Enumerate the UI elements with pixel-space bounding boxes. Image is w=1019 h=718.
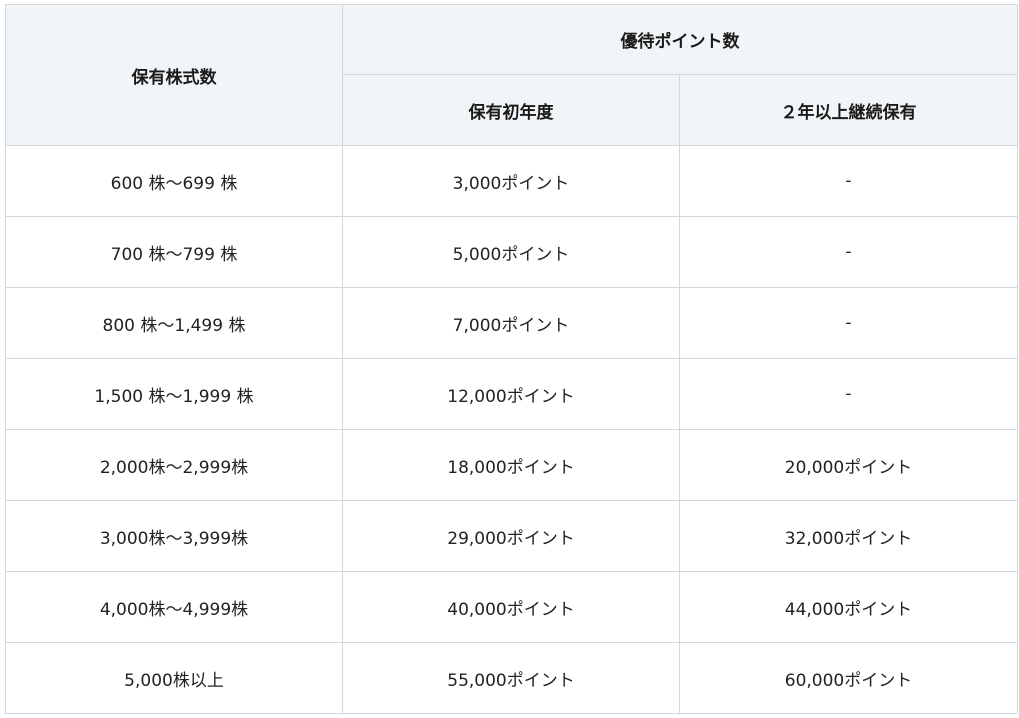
table-row: 700 株～799 株 5,000ポイント - [5, 216, 1018, 288]
cell-two-years: 32,000ポイント [679, 500, 1018, 572]
cell-shares: 4,000株～4,999株 [5, 571, 343, 643]
table-row: 3,000株～3,999株 29,000ポイント 32,000ポイント [5, 500, 1018, 572]
cell-two-years: 60,000ポイント [679, 642, 1018, 714]
header-shares: 保有株式数 [5, 4, 343, 146]
cell-first-year: 3,000ポイント [342, 145, 680, 217]
table-row: 1,500 株～1,999 株 12,000ポイント - [5, 358, 1018, 430]
cell-shares: 800 株～1,499 株 [5, 287, 343, 359]
cell-shares: 5,000株以上 [5, 642, 343, 714]
cell-shares: 600 株～699 株 [5, 145, 343, 217]
cell-first-year: 12,000ポイント [342, 358, 680, 430]
table-row: 600 株～699 株 3,000ポイント - [5, 145, 1018, 217]
cell-two-years: - [679, 145, 1018, 217]
cell-two-years: - [679, 216, 1018, 288]
table-body: 600 株～699 株 3,000ポイント - 700 株～799 株 5,00… [5, 145, 1018, 714]
cell-two-years: 20,000ポイント [679, 429, 1018, 501]
benefit-points-table: 保有株式数 優待ポイント数 保有初年度 ２年以上継続保有 600 株～699 株… [5, 4, 1018, 714]
cell-shares: 2,000株～2,999株 [5, 429, 343, 501]
header-two-years: ２年以上継続保有 [679, 74, 1018, 146]
cell-shares: 700 株～799 株 [5, 216, 343, 288]
cell-shares: 3,000株～3,999株 [5, 500, 343, 572]
header-row: 保有株式数 優待ポイント数 [5, 4, 1018, 146]
cell-first-year: 29,000ポイント [342, 500, 680, 572]
table-row: 5,000株以上 55,000ポイント 60,000ポイント [5, 642, 1018, 714]
cell-first-year: 18,000ポイント [342, 429, 680, 501]
table-row: 4,000株～4,999株 40,000ポイント 44,000ポイント [5, 571, 1018, 643]
table-row: 800 株～1,499 株 7,000ポイント - [5, 287, 1018, 359]
cell-two-years: 44,000ポイント [679, 571, 1018, 643]
header-points-group: 優待ポイント数 [342, 4, 1018, 75]
benefit-points-table-container: 保有株式数 優待ポイント数 保有初年度 ２年以上継続保有 600 株～699 株… [5, 4, 1018, 714]
header-first-year: 保有初年度 [342, 74, 680, 146]
cell-first-year: 40,000ポイント [342, 571, 680, 643]
table-row: 2,000株～2,999株 18,000ポイント 20,000ポイント [5, 429, 1018, 501]
cell-first-year: 5,000ポイント [342, 216, 680, 288]
cell-first-year: 7,000ポイント [342, 287, 680, 359]
cell-shares: 1,500 株～1,999 株 [5, 358, 343, 430]
cell-two-years: - [679, 358, 1018, 430]
table-header: 保有株式数 優待ポイント数 保有初年度 ２年以上継続保有 [5, 4, 1018, 146]
cell-two-years: - [679, 287, 1018, 359]
cell-first-year: 55,000ポイント [342, 642, 680, 714]
